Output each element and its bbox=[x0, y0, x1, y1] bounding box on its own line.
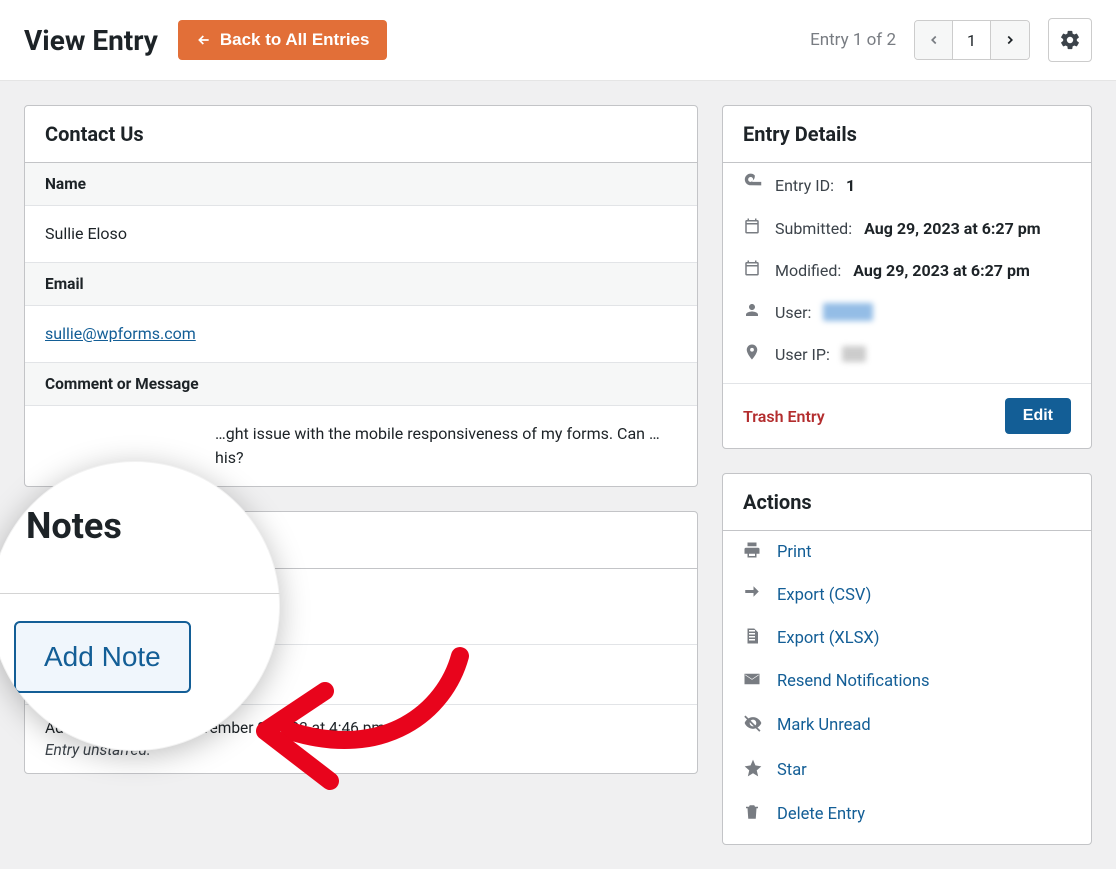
detail-user: User: bbox=[723, 291, 1091, 333]
action-export-csv[interactable]: Export (CSV) bbox=[723, 574, 1091, 617]
pager-prev-button[interactable] bbox=[915, 21, 953, 59]
field-label-message: Comment or Message bbox=[25, 363, 697, 406]
field-value-name: Sullie Eloso bbox=[25, 206, 697, 262]
magnifier-callout: Notes Add Note bbox=[0, 461, 280, 751]
chevron-right-icon bbox=[1003, 33, 1017, 47]
action-resend[interactable]: Resend Notifications bbox=[723, 660, 1091, 703]
star-icon bbox=[743, 758, 763, 783]
trash-icon bbox=[743, 803, 763, 826]
detail-entry-id: Entry ID: 1 bbox=[723, 163, 1091, 207]
export-icon bbox=[743, 584, 763, 607]
pager: 1 bbox=[914, 20, 1030, 60]
actions-panel-title: Actions bbox=[723, 474, 1091, 531]
settings-button[interactable] bbox=[1048, 18, 1092, 62]
user-icon bbox=[743, 301, 763, 323]
back-to-entries-button[interactable]: Back to All Entries bbox=[178, 20, 388, 60]
user-value-blur bbox=[823, 303, 873, 321]
back-button-label: Back to All Entries bbox=[220, 30, 370, 50]
file-icon bbox=[743, 627, 763, 650]
contact-panel-title: Contact Us bbox=[25, 106, 697, 163]
gear-icon bbox=[1059, 29, 1081, 51]
magnifier-title: Notes bbox=[26, 505, 244, 547]
page-title: View Entry bbox=[24, 24, 158, 57]
pager-next-button[interactable] bbox=[991, 21, 1029, 59]
details-panel-title: Entry Details bbox=[723, 106, 1091, 163]
eye-slash-icon bbox=[743, 713, 763, 738]
actions-panel: Actions Print Export (CSV) Export (XLSX)… bbox=[722, 473, 1092, 845]
edit-button[interactable]: Edit bbox=[1005, 398, 1071, 434]
action-mark-unread[interactable]: Mark Unread bbox=[723, 703, 1091, 748]
entry-count: Entry 1 of 2 bbox=[810, 30, 896, 50]
key-icon bbox=[743, 173, 763, 197]
action-delete[interactable]: Delete Entry bbox=[723, 793, 1091, 844]
calendar-icon bbox=[743, 259, 763, 281]
location-icon bbox=[743, 343, 763, 365]
pager-current: 1 bbox=[953, 21, 991, 59]
print-icon bbox=[743, 541, 763, 564]
email-link[interactable]: sullie@wpforms.com bbox=[45, 324, 196, 343]
trash-entry-link[interactable]: Trash Entry bbox=[743, 407, 825, 426]
detail-modified: Modified: Aug 29, 2023 at 6:27 pm bbox=[723, 249, 1091, 291]
chevron-left-icon bbox=[927, 33, 941, 47]
mail-icon bbox=[743, 670, 763, 693]
calendar-icon bbox=[743, 217, 763, 239]
detail-user-ip: User IP: bbox=[723, 333, 1091, 383]
arrow-left-icon bbox=[196, 32, 212, 48]
detail-submitted: Submitted: Aug 29, 2023 at 6:27 pm bbox=[723, 207, 1091, 249]
topbar: View Entry Back to All Entries Entry 1 o… bbox=[0, 0, 1116, 81]
field-value-email: sullie@wpforms.com bbox=[25, 306, 697, 362]
field-label-email: Email bbox=[25, 263, 697, 306]
entry-details-panel: Entry Details Entry ID: 1 Submitted: Aug… bbox=[722, 105, 1092, 449]
action-export-xlsx[interactable]: Export (XLSX) bbox=[723, 617, 1091, 660]
user-ip-blur bbox=[842, 346, 866, 362]
action-print[interactable]: Print bbox=[723, 531, 1091, 574]
contact-panel: Contact Us Name Sullie Eloso Email sulli… bbox=[24, 105, 698, 487]
action-star[interactable]: Star bbox=[723, 748, 1091, 793]
field-label-name: Name bbox=[25, 163, 697, 206]
magnifier-add-note-button[interactable]: Add Note bbox=[14, 621, 191, 693]
